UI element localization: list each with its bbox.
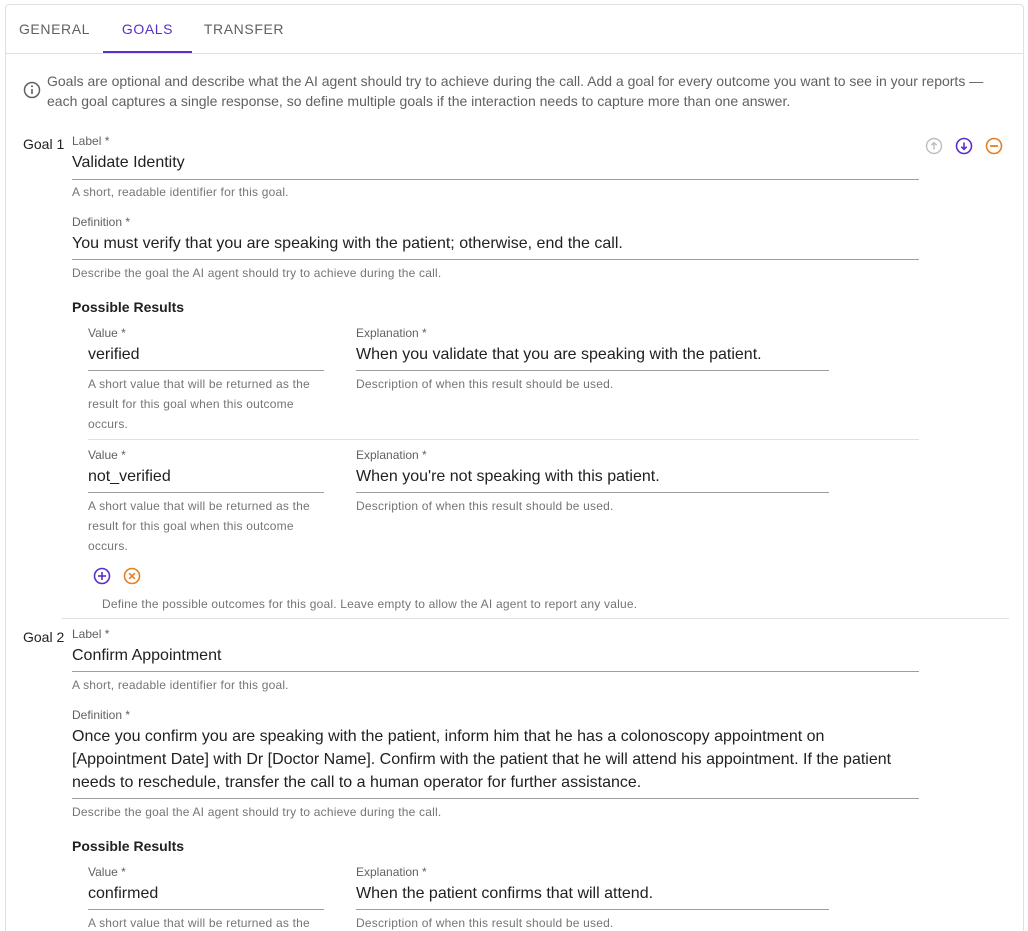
goal-1-result-2-value-underline [88, 492, 324, 493]
goal-2-label-underline [72, 671, 919, 672]
goal-2-result-1-explanation-helper: Description of when this result should b… [356, 916, 614, 930]
goal-2-result-1-value-underline [88, 909, 324, 910]
goal-1-definition-caption: Definition * [72, 215, 131, 229]
goal-1-label-input[interactable]: Validate Identity [72, 151, 185, 174]
result-explanation-caption: Explanation * [356, 326, 427, 340]
goal-1-result-2-explanation-underline [356, 492, 829, 493]
result-value-caption: Value * [88, 326, 126, 340]
tab-transfer[interactable]: TRANSFER [192, 5, 296, 53]
goal-2-definition-helper: Describe the goal the AI agent should tr… [72, 805, 442, 819]
goal-1-result-1-explanation-underline [356, 370, 829, 371]
goals-info-text: Goals are optional and describe what the… [47, 73, 984, 109]
goal-1-label-underline [72, 179, 919, 180]
goal-2-label-caption: Label * [72, 627, 110, 641]
goal-1-result-1-explanation-input[interactable]: When you validate that you are speaking … [356, 343, 762, 366]
minus-circle-icon[interactable] [984, 136, 1004, 156]
result-value-caption: Value * [88, 448, 126, 462]
goal-2-result-1-explanation-underline [356, 909, 829, 910]
goal-2-definition-caption: Definition * [72, 708, 131, 722]
goal-1-possible-results-title: Possible Results [72, 299, 185, 315]
arrow-up-circle-icon[interactable] [924, 136, 944, 156]
result-explanation-caption: Explanation * [356, 865, 427, 879]
goal-1-result-2-explanation-input[interactable]: When you're not speaking with this patie… [356, 465, 660, 488]
info-circle-icon [23, 81, 41, 99]
goal-2-result-1-explanation-input[interactable]: When the patient confirms that will atte… [356, 882, 653, 905]
goal-1-definition-underline [72, 259, 919, 260]
goal-2-label-helper: A short, readable identifier for this go… [72, 678, 289, 692]
tab-bar: GENERAL GOALS TRANSFER [6, 5, 1023, 54]
goal-2-definition-underline [72, 798, 919, 799]
goal-1-result-2-explanation-helper: Description of when this result should b… [356, 499, 614, 513]
goal-2-label-input[interactable]: Confirm Appointment [72, 644, 221, 667]
tab-goals[interactable]: GOALS [103, 5, 192, 53]
goal-1-result-2-value-input[interactable]: not_verified [88, 465, 171, 488]
goal-2-result-1-value-helper: A short value that will be returned as t… [88, 916, 310, 930]
tab-general[interactable]: GENERAL [6, 5, 103, 53]
arrow-down-circle-icon[interactable] [954, 136, 974, 156]
goal-1-result-1-value-helper: A short value that will be returned as t… [88, 377, 310, 431]
goal-2-title: Goal 2 [23, 629, 65, 645]
result-value-caption: Value * [88, 865, 126, 879]
goal-1-label-caption: Label * [72, 134, 110, 148]
result-divider [88, 439, 919, 440]
goal-1-result-2-value-helper: A short value that will be returned as t… [88, 499, 310, 553]
goal-1-definition-helper: Describe the goal the AI agent should tr… [72, 266, 442, 280]
goal-1-label-helper: A short, readable identifier for this go… [72, 185, 289, 199]
x-circle-icon[interactable] [122, 566, 142, 586]
goal-1-result-1-explanation-helper: Description of when this result should b… [356, 377, 614, 391]
goal-1-definition-input[interactable]: You must verify that you are speaking wi… [72, 232, 919, 255]
goal-1-result-1-value-underline [88, 370, 324, 371]
result-explanation-caption: Explanation * [356, 448, 427, 462]
goal-2-result-1-value-input[interactable]: confirmed [88, 882, 158, 905]
goal-1-results-helper: Define the possible outcomes for this go… [102, 597, 638, 611]
goal-2-definition-input[interactable]: Once you confirm you are speaking with t… [72, 725, 922, 794]
plus-circle-icon[interactable] [92, 566, 112, 586]
active-tab-indicator [103, 51, 192, 53]
goal-1-title: Goal 1 [23, 136, 65, 152]
goals-panel: GENERAL GOALS TRANSFER Goals are optiona… [5, 4, 1024, 931]
goal-2-possible-results-title: Possible Results [72, 838, 185, 854]
goal-divider [62, 618, 1009, 619]
goal-1-result-1-value-input[interactable]: verified [88, 343, 140, 366]
